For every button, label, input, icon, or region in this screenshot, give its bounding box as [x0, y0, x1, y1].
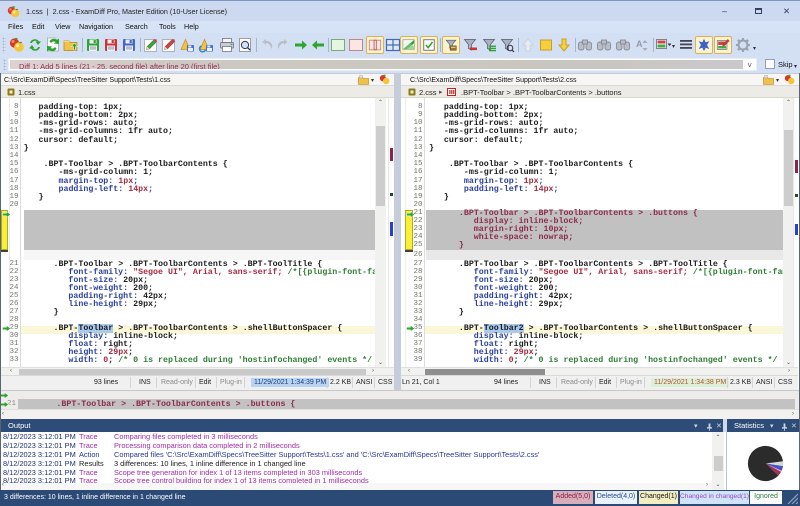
svg-text:A: A [636, 39, 643, 49]
